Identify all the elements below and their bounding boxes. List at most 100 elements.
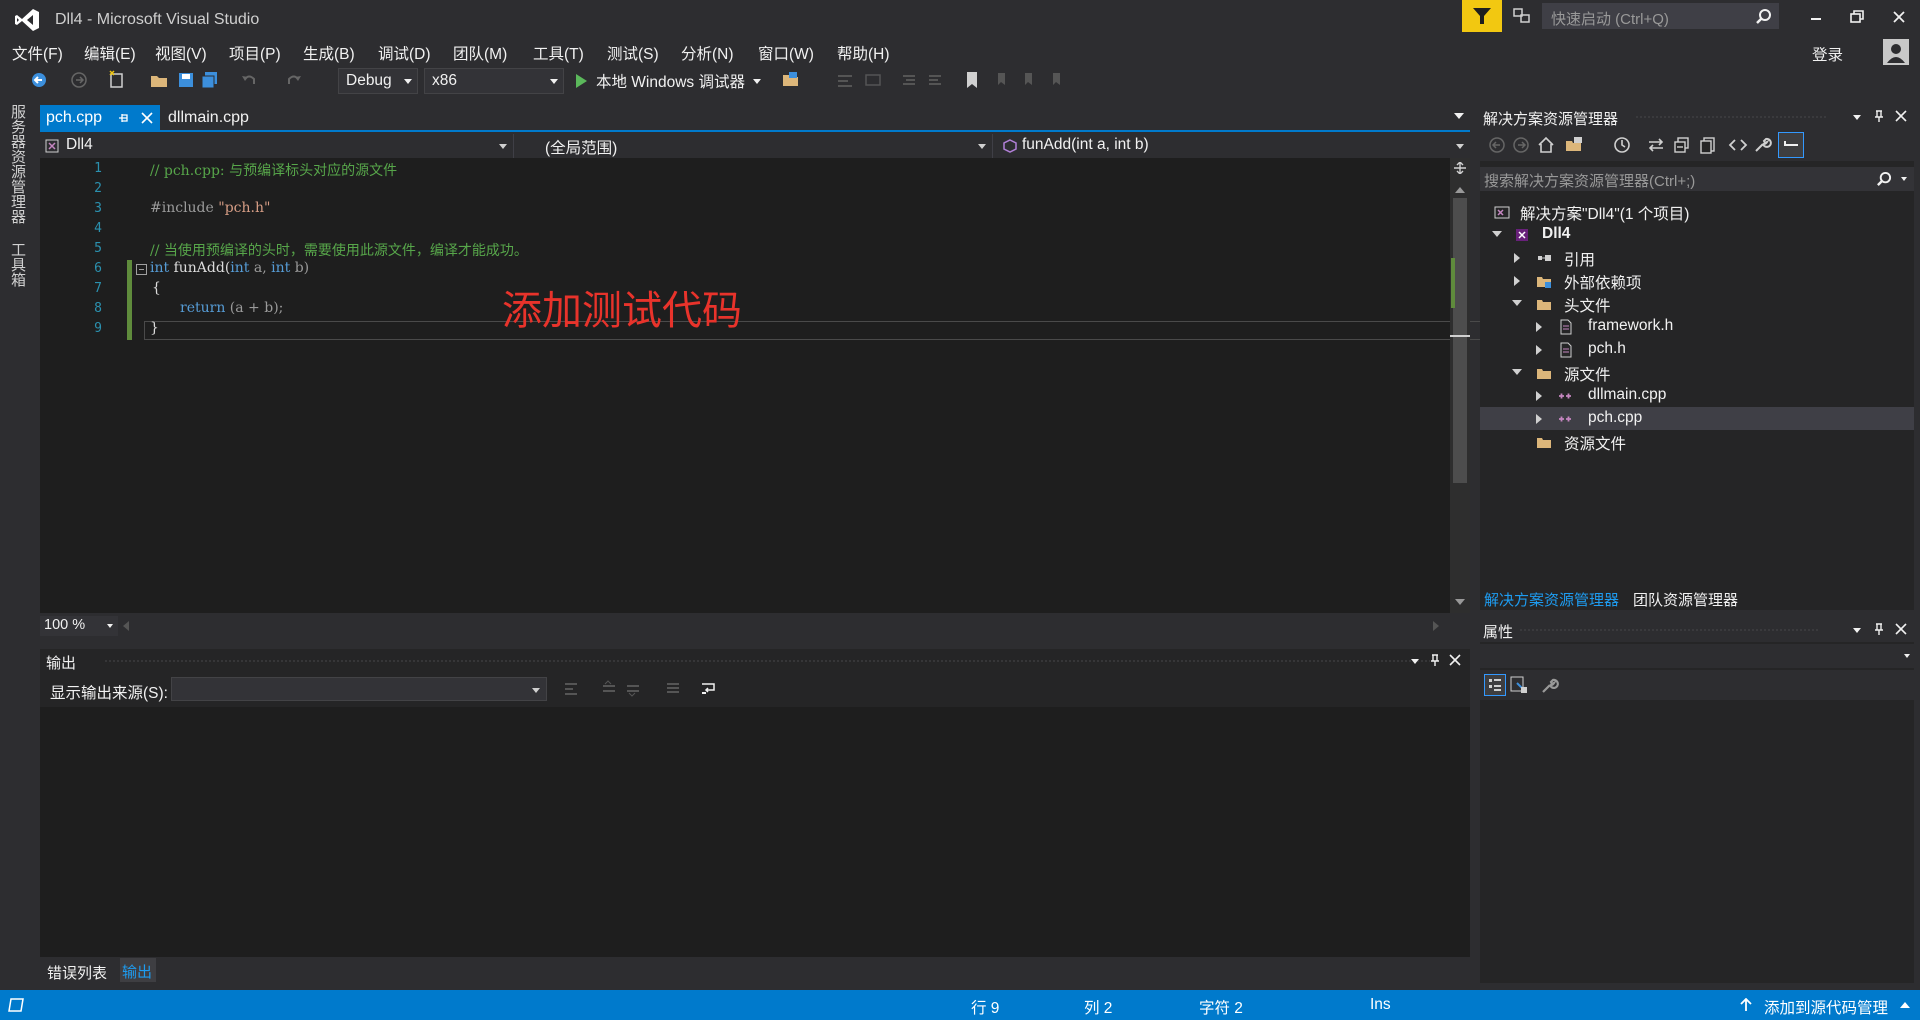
menu-team[interactable]: 团队(M) bbox=[453, 42, 507, 64]
alphabetical-icon[interactable] bbox=[1508, 674, 1530, 696]
scroll-left-icon[interactable] bbox=[122, 621, 130, 631]
menu-test[interactable]: 测试(S) bbox=[607, 42, 659, 64]
window-position-icon[interactable] bbox=[1850, 623, 1864, 637]
solution-configuration-select[interactable]: Debug bbox=[338, 68, 418, 94]
output-text-area[interactable] bbox=[40, 707, 1470, 957]
project-dropdown[interactable]: Dll4 bbox=[40, 134, 514, 158]
menu-file[interactable]: 文件(F) bbox=[12, 42, 63, 64]
save-all-icon[interactable] bbox=[199, 69, 221, 91]
split-editor-icon[interactable] bbox=[1454, 162, 1466, 174]
menu-edit[interactable]: 编辑(E) bbox=[84, 42, 136, 64]
show-all-files-icon[interactable] bbox=[1698, 135, 1718, 155]
close-tab-icon[interactable] bbox=[140, 111, 154, 125]
scrollbar-thumb[interactable] bbox=[1453, 198, 1467, 483]
zoom-level-select[interactable]: 100 % bbox=[40, 616, 118, 636]
account-icon[interactable] bbox=[1883, 39, 1909, 65]
tab-dllmain-cpp[interactable]: dllmain.cpp bbox=[160, 105, 280, 131]
menu-project[interactable]: 项目(P) bbox=[229, 42, 281, 64]
back-icon[interactable] bbox=[1488, 136, 1506, 154]
save-icon[interactable] bbox=[175, 69, 197, 91]
solution-platform-select[interactable]: x86 bbox=[424, 68, 564, 94]
navigate-forward-icon[interactable] bbox=[68, 69, 90, 91]
tab-team-explorer[interactable]: 团队资源管理器 bbox=[1633, 589, 1738, 610]
properties-object-select[interactable] bbox=[1480, 644, 1914, 668]
redo-icon[interactable] bbox=[283, 69, 305, 91]
scope-dropdown[interactable]: (全局范围) bbox=[519, 134, 993, 158]
minimize-button[interactable] bbox=[1805, 6, 1827, 28]
window-position-icon[interactable] bbox=[1408, 654, 1422, 668]
open-file-icon[interactable] bbox=[148, 69, 170, 91]
pin-icon[interactable] bbox=[116, 111, 130, 125]
new-project-icon[interactable] bbox=[106, 69, 128, 91]
home-icon[interactable] bbox=[1536, 135, 1556, 155]
solution-explorer-search-input[interactable]: 搜索解决方案资源管理器(Ctrl+;) bbox=[1480, 167, 1914, 191]
window-position-icon[interactable] bbox=[1850, 110, 1864, 124]
collapse-all-icon[interactable] bbox=[1672, 135, 1692, 155]
menu-window[interactable]: 窗口(W) bbox=[758, 42, 814, 64]
undo-icon[interactable] bbox=[238, 69, 260, 91]
search-icon[interactable] bbox=[1755, 8, 1772, 25]
menu-debug[interactable]: 调试(D) bbox=[378, 42, 431, 64]
menu-tools[interactable]: 工具(T) bbox=[533, 42, 584, 64]
code-editor[interactable]: 1 2 3 4 5 6 7 8 9 // pch.cpp: 与预编译标头对应的源… bbox=[40, 158, 1484, 613]
scroll-up-icon[interactable] bbox=[1455, 186, 1465, 194]
tree-item-dllmain-cpp[interactable]: dllmain.cpp bbox=[1480, 384, 1914, 407]
tree-item-resource-files[interactable]: 资源文件 bbox=[1480, 430, 1914, 453]
search-icon[interactable] bbox=[1876, 171, 1892, 187]
notifications-flag-icon[interactable] bbox=[1462, 0, 1502, 32]
pin-icon[interactable] bbox=[1428, 653, 1442, 667]
close-icon[interactable] bbox=[1894, 109, 1908, 123]
find-in-files-icon[interactable] bbox=[780, 69, 802, 91]
restore-button[interactable] bbox=[1846, 6, 1868, 28]
member-dropdown[interactable]: funAdd(int a, int b) bbox=[998, 134, 1470, 158]
menu-analyze[interactable]: 分析(N) bbox=[681, 42, 734, 64]
switch-views-icon[interactable] bbox=[1564, 135, 1584, 155]
close-window-button[interactable] bbox=[1888, 6, 1910, 28]
outline-collapse-icon[interactable] bbox=[136, 264, 147, 275]
menu-build[interactable]: 生成(B) bbox=[303, 42, 355, 64]
bookmark-icon[interactable] bbox=[961, 69, 983, 91]
close-icon[interactable] bbox=[1894, 622, 1908, 636]
server-explorer-tab[interactable]: 服务器资源管理器 bbox=[9, 104, 28, 224]
pin-icon[interactable] bbox=[1872, 622, 1886, 636]
view-code-icon[interactable] bbox=[1728, 135, 1748, 155]
output-source-select[interactable] bbox=[171, 677, 547, 701]
property-pages-wrench-icon[interactable] bbox=[1538, 674, 1560, 696]
tab-solution-explorer[interactable]: 解决方案资源管理器 bbox=[1484, 589, 1619, 610]
tree-item-references[interactable]: 引用 bbox=[1480, 246, 1914, 269]
tree-item-project[interactable]: Dll4 bbox=[1480, 223, 1914, 246]
search-options-icon[interactable] bbox=[1901, 177, 1907, 181]
categorized-icon[interactable] bbox=[1484, 674, 1506, 696]
scroll-right-icon[interactable] bbox=[1432, 621, 1440, 631]
login-link[interactable]: 登录 bbox=[1812, 43, 1843, 65]
toolbox-tab[interactable]: 工具箱 bbox=[9, 242, 28, 287]
pending-changes-filter-icon[interactable] bbox=[1612, 135, 1632, 155]
feedback-icon[interactable] bbox=[1512, 6, 1532, 26]
tree-item-pch-cpp[interactable]: pch.cpp bbox=[1480, 407, 1914, 430]
tree-item-source-files[interactable]: 源文件 bbox=[1480, 361, 1914, 384]
forward-icon[interactable] bbox=[1512, 136, 1530, 154]
tree-item-external-deps[interactable]: 外部依赖项 bbox=[1480, 269, 1914, 292]
menu-view[interactable]: 视图(V) bbox=[155, 42, 207, 64]
preview-selected-items-button[interactable] bbox=[1778, 132, 1804, 158]
editor-vertical-scrollbar[interactable] bbox=[1450, 158, 1470, 613]
pin-icon[interactable] bbox=[1872, 109, 1886, 123]
tab-error-list[interactable]: 错误列表 bbox=[47, 962, 107, 983]
tree-item-header-files[interactable]: 头文件 bbox=[1480, 292, 1914, 315]
quick-launch-input[interactable]: 快速启动 (Ctrl+Q) bbox=[1542, 3, 1779, 29]
close-icon[interactable] bbox=[1448, 653, 1462, 667]
tree-item-pch-h[interactable]: pch.h bbox=[1480, 338, 1914, 361]
navigate-back-icon[interactable] bbox=[28, 69, 50, 91]
properties-wrench-icon[interactable] bbox=[1752, 135, 1772, 155]
tab-overflow-icon[interactable] bbox=[1454, 113, 1464, 119]
menu-help[interactable]: 帮助(H) bbox=[837, 42, 890, 64]
add-to-source-control-button[interactable]: 添加到源代码管理 bbox=[1740, 990, 1915, 1020]
start-debugging-button[interactable]: 本地 Windows 调试器 bbox=[574, 68, 761, 94]
sync-with-document-icon[interactable] bbox=[1646, 135, 1666, 155]
scroll-down-icon[interactable] bbox=[1455, 598, 1465, 606]
tab-output[interactable]: 输出 bbox=[120, 958, 157, 982]
tree-item-solution[interactable]: 解决方案"Dll4"(1 个项目) bbox=[1480, 200, 1914, 223]
tree-item-framework-h[interactable]: framework.h bbox=[1480, 315, 1914, 338]
toggle-word-wrap-icon[interactable] bbox=[700, 679, 718, 697]
tab-pch-cpp[interactable]: pch.cpp bbox=[40, 105, 160, 131]
